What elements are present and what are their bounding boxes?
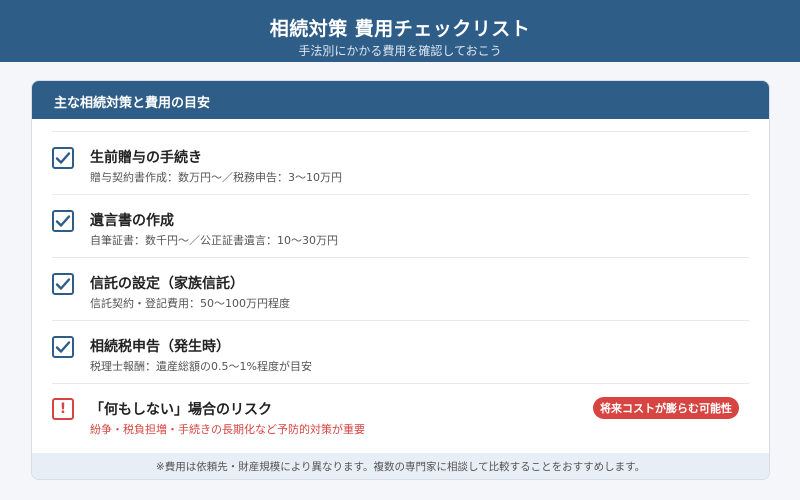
- risk-description: 紛争・税負担増・手続きの長期化など予防的対策が重要: [90, 423, 365, 436]
- item-title: 相続税申告（発生時）: [90, 339, 230, 355]
- item-description: 自筆証書：数千円〜／公正証書遺言：10〜30万円: [90, 234, 338, 247]
- item-title: 遺言書の作成: [90, 213, 174, 229]
- status-badge: 将来コストが膨らむ可能性: [593, 397, 739, 419]
- item-description: 贈与契約書作成：数万円〜／税務申告：3〜10万円: [90, 171, 342, 184]
- list-item-risk: ! 「何もしない」場合のリスク 紛争・税負担増・手続きの長期化など予防的対策が重…: [52, 384, 749, 447]
- card-heading: 主な相続対策と費用の目安: [32, 81, 769, 119]
- checklist-card: 主な相続対策と費用の目安 生前贈与の手続き 贈与契約書作成：数万円〜／税務申告：…: [31, 80, 770, 480]
- page-header: 相続対策 費用チェックリスト 手法別にかかる費用を確認しておこう: [0, 0, 800, 62]
- list-item-will: 遺言書の作成 自筆証書：数千円〜／公正証書遺言：10〜30万円: [52, 195, 749, 258]
- item-description: 税理士報酬：遺産総額の0.5〜1%程度が目安: [90, 360, 312, 373]
- checklist: 生前贈与の手続き 贈与契約書作成：数万円〜／税務申告：3〜10万円 遺言書の作成…: [52, 131, 749, 447]
- item-description: 信託契約・登記費用：50〜100万円程度: [90, 297, 290, 310]
- checkbox-checked-icon[interactable]: [52, 210, 74, 232]
- checkbox-checked-icon[interactable]: [52, 273, 74, 295]
- risk-title: 「何もしない」場合のリスク: [90, 402, 272, 418]
- checkbox-checked-icon[interactable]: [52, 336, 74, 358]
- footnote: ※費用は依頼先・財産規模により異なります。複数の専門家に相談して比較することをお…: [32, 453, 769, 479]
- page-title: 相続対策 費用チェックリスト: [269, 18, 531, 40]
- page-subtitle: 手法別にかかる費用を確認しておこう: [298, 44, 502, 58]
- list-item-tax-filing: 相続税申告（発生時） 税理士報酬：遺産総額の0.5〜1%程度が目安: [52, 321, 749, 384]
- checkbox-checked-icon[interactable]: [52, 147, 74, 169]
- item-title: 信託の設定（家族信託）: [90, 276, 244, 292]
- list-item-gift: 生前贈与の手続き 贈与契約書作成：数万円〜／税務申告：3〜10万円: [52, 132, 749, 195]
- warning-icon: !: [52, 398, 74, 420]
- item-title: 生前贈与の手続き: [90, 150, 202, 166]
- list-item-trust: 信託の設定（家族信託） 信託契約・登記費用：50〜100万円程度: [52, 258, 749, 321]
